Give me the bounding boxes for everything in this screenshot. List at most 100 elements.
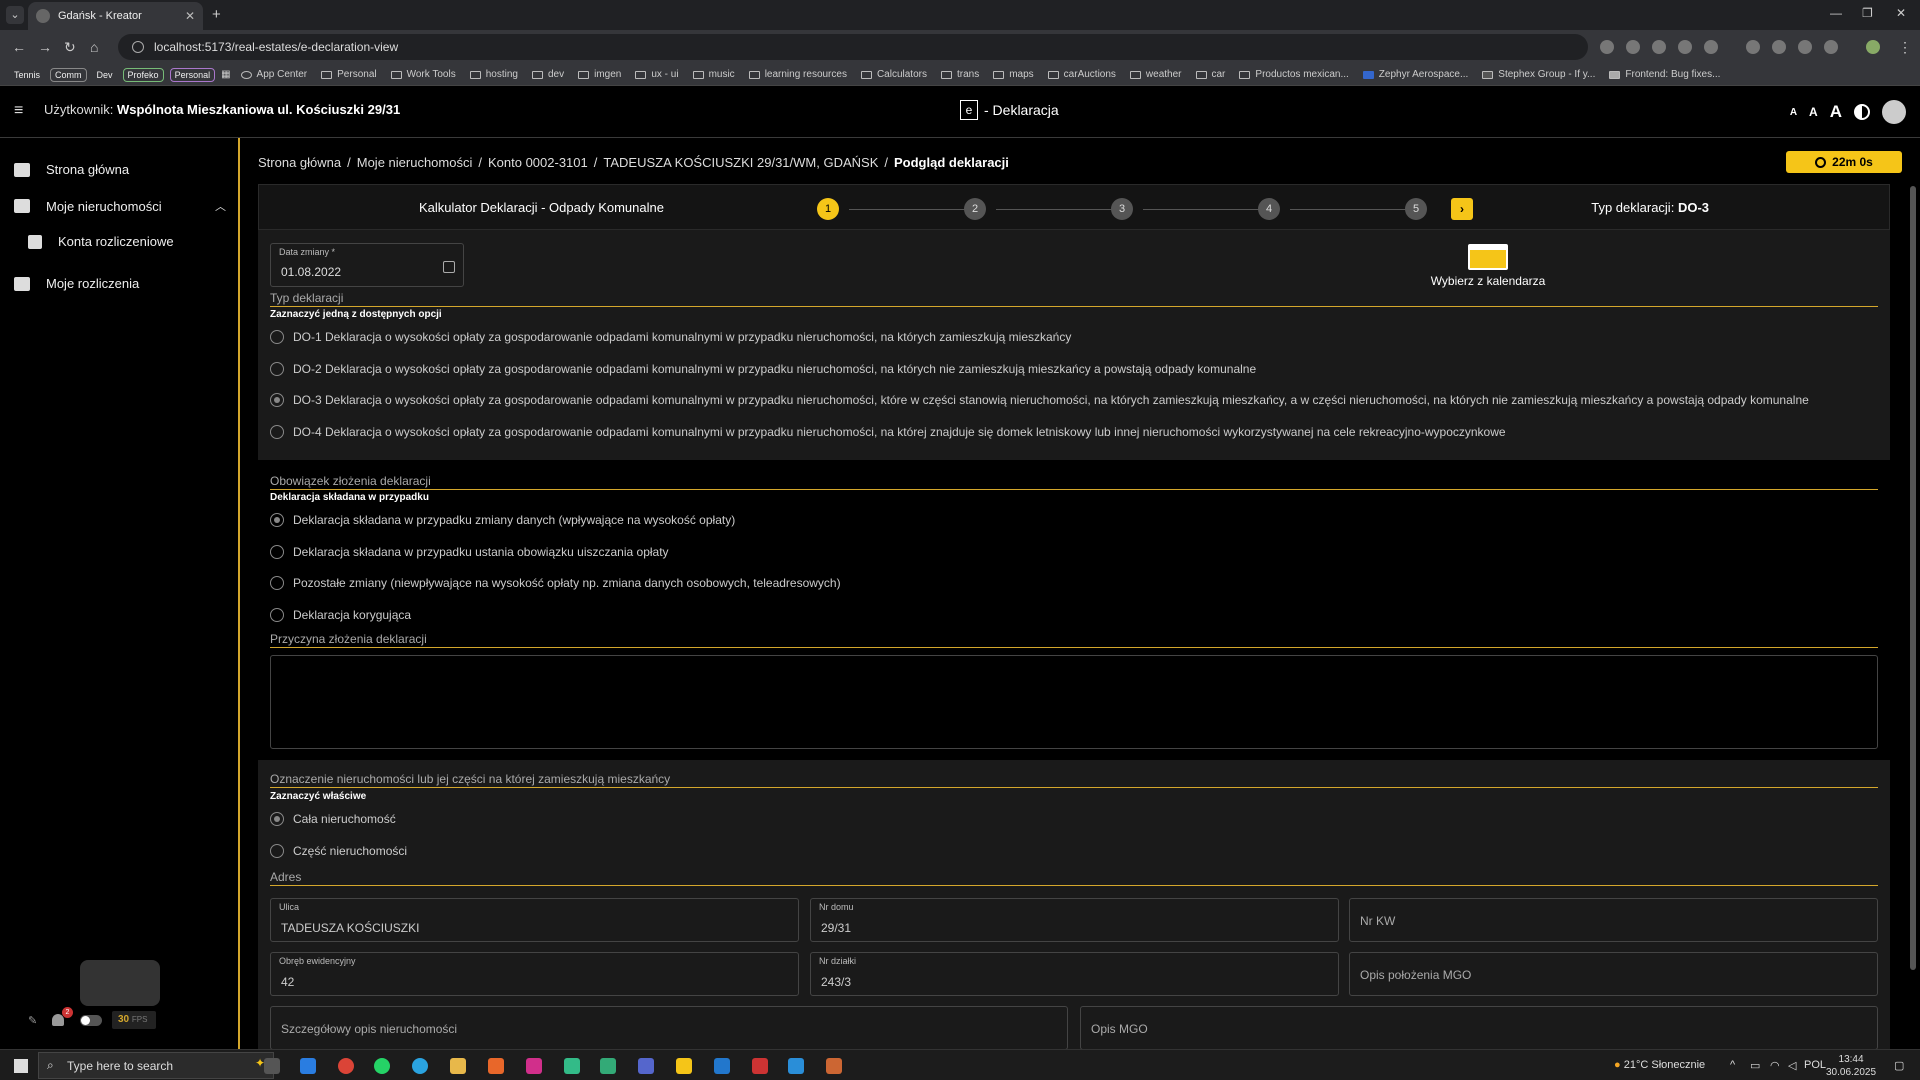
bookmark-item[interactable]: Frontend: Bug fixes... xyxy=(1609,69,1720,80)
new-tab-button[interactable]: + xyxy=(212,6,221,23)
sidebar-item-settlements[interactable]: Moje rozliczenia xyxy=(14,276,226,291)
extension-icon[interactable] xyxy=(1678,40,1692,54)
bookmark-folder[interactable]: maps xyxy=(993,69,1034,80)
reload-icon[interactable]: ↻ xyxy=(64,39,76,56)
street-field[interactable]: Ulica TADEUSZA KOŚCIUSZKI xyxy=(270,898,799,942)
reason-textarea[interactable] xyxy=(270,655,1878,749)
tray-chevron-icon[interactable]: ^ xyxy=(1730,1059,1735,1071)
devtools-icon[interactable] xyxy=(1798,40,1812,54)
radio-do4[interactable]: DO-4 Deklaracja o wysokości opłaty za go… xyxy=(270,425,1506,439)
app-icon[interactable] xyxy=(526,1058,542,1074)
taskbar-clock[interactable]: 13:44 30.06.2025 xyxy=(1826,1053,1876,1079)
network-icon[interactable]: ▭ xyxy=(1750,1059,1760,1072)
chrome-icon[interactable] xyxy=(338,1058,354,1074)
bookmark-folder[interactable]: Work Tools xyxy=(390,69,456,80)
windows-start-icon[interactable] xyxy=(14,1059,28,1073)
bookmark-folder[interactable]: Productos mexican... xyxy=(1239,69,1349,80)
radio-obligation-end[interactable]: Deklaracja składana w przypadku ustania … xyxy=(270,545,669,559)
step-4[interactable]: 4 xyxy=(1258,198,1280,220)
bookmark-pill[interactable]: Tennis xyxy=(10,69,44,81)
site-info-icon[interactable] xyxy=(132,41,144,53)
bookmark-pill[interactable]: Comm xyxy=(50,67,87,82)
bookmark-folder[interactable]: music xyxy=(692,69,735,80)
app-icon[interactable] xyxy=(788,1058,804,1074)
radio-other-changes[interactable]: Pozostałe zmiany (niewpływające na wysok… xyxy=(270,576,841,590)
font-medium-button[interactable]: A xyxy=(1809,105,1818,119)
bookmark-star-icon[interactable] xyxy=(1746,40,1760,54)
extension-icon[interactable] xyxy=(1652,40,1666,54)
app-icon[interactable] xyxy=(752,1058,768,1074)
sidebar-item-accounts[interactable]: Konta rozliczeniowe xyxy=(28,234,240,249)
address-bar[interactable]: localhost:5173/real-estates/e-declaratio… xyxy=(118,34,1588,60)
menu-toggle-icon[interactable]: ≡ xyxy=(14,102,23,120)
bookmark-folder[interactable]: imgen xyxy=(578,69,621,80)
vscode-icon[interactable] xyxy=(300,1058,316,1074)
tab-close-icon[interactable]: ✕ xyxy=(185,9,195,23)
sticky-notes-icon[interactable] xyxy=(676,1058,692,1074)
task-view-icon[interactable] xyxy=(264,1058,280,1074)
mgo-description-field[interactable]: Opis MGO xyxy=(1080,1006,1878,1050)
breadcrumb-link[interactable]: Strona główna xyxy=(258,155,341,170)
edit-icon[interactable]: ✎ xyxy=(28,1014,37,1027)
sidebar-item-properties[interactable]: Moje nieruchomości ︿ xyxy=(14,198,226,214)
download-icon[interactable] xyxy=(1824,40,1838,54)
browser-tab[interactable]: Gdańsk - Kreator ✕ xyxy=(28,2,203,30)
bookmark-folder[interactable]: ux - ui xyxy=(635,69,679,80)
bookmark-pill[interactable]: Profeko xyxy=(122,67,164,82)
avatar[interactable] xyxy=(1882,100,1906,124)
mgo-location-field[interactable]: Opis położenia MGO xyxy=(1349,952,1878,996)
bookmark-item[interactable]: Zephyr Aerospace... xyxy=(1362,69,1468,80)
font-small-button[interactable]: A xyxy=(1790,107,1797,118)
app-icon[interactable] xyxy=(564,1058,580,1074)
whatsapp-icon[interactable] xyxy=(374,1058,390,1074)
kw-number-field[interactable]: Nr KW xyxy=(1349,898,1878,942)
bookmark-folder[interactable]: Calculators xyxy=(860,69,927,80)
step-5[interactable]: 5 xyxy=(1405,198,1427,220)
language-indicator[interactable]: POL xyxy=(1804,1059,1826,1071)
chevron-up-icon[interactable]: ︿ xyxy=(215,198,226,214)
precinct-field[interactable]: Obręb ewidencyjny 42 xyxy=(270,952,799,996)
bookmark-folder[interactable]: hosting xyxy=(469,69,518,80)
radio-do3[interactable]: DO-3 Deklaracja o wysokości opłaty za go… xyxy=(270,393,1809,407)
bookmark-folder[interactable]: car xyxy=(1195,69,1225,80)
profile-avatar[interactable] xyxy=(1866,40,1880,54)
breadcrumb-link[interactable]: Konto 0002-3101 xyxy=(488,155,588,170)
step-1[interactable]: 1 xyxy=(817,198,839,220)
weather-widget[interactable]: ● 21°C Słonecznie xyxy=(1614,1059,1705,1071)
bookmark-pill[interactable]: Dev xyxy=(93,69,117,81)
bookmark-folder[interactable]: Personal xyxy=(321,69,377,80)
app-icon[interactable] xyxy=(826,1058,842,1074)
plot-number-field[interactable]: Nr działki 243/3 xyxy=(810,952,1339,996)
app-icon[interactable] xyxy=(638,1058,654,1074)
volume-icon[interactable]: ◁ xyxy=(1788,1059,1796,1072)
property-detail-field[interactable]: Szczegółowy opis nieruchomości xyxy=(270,1006,1068,1050)
extension-icon[interactable] xyxy=(1704,40,1718,54)
extension-icon[interactable] xyxy=(1626,40,1640,54)
step-3[interactable]: 3 xyxy=(1111,198,1133,220)
extension-icon[interactable] xyxy=(1600,40,1614,54)
breadcrumb-link[interactable]: TADEUSZA KOŚCIUSZKI 29/31/WM, GDAŃSK xyxy=(603,155,878,170)
radio-whole-property[interactable]: Cała nieruchomość xyxy=(270,812,396,826)
forward-icon[interactable]: → xyxy=(38,39,52,55)
bookmark-item[interactable]: App Center xyxy=(240,69,307,80)
radio-do1[interactable]: DO-1 Deklaracja o wysokości opłaty za go… xyxy=(270,330,1071,344)
home-icon[interactable]: ⌂ xyxy=(90,39,98,55)
radio-correction[interactable]: Deklaracja korygująca xyxy=(270,608,411,622)
close-window-icon[interactable]: ✕ xyxy=(1896,6,1906,20)
browser-menu-icon[interactable]: ⋮ xyxy=(1898,39,1912,56)
next-step-button[interactable]: › xyxy=(1451,198,1473,220)
tab-search-button[interactable]: ⌄ xyxy=(6,6,24,24)
bookmark-folder[interactable]: carAuctions xyxy=(1047,69,1116,80)
font-large-button[interactable]: A xyxy=(1830,102,1842,122)
app-icon[interactable] xyxy=(600,1058,616,1074)
translate-icon[interactable] xyxy=(1772,40,1786,54)
bookmark-folder[interactable]: trans xyxy=(940,69,979,80)
radio-part-property[interactable]: Część nieruchomości xyxy=(270,844,407,858)
calendar-picker-button[interactable]: Wybierz z kalendarza xyxy=(1418,244,1558,288)
bookmark-folder[interactable]: dev xyxy=(531,69,564,80)
maximize-icon[interactable]: ❐ xyxy=(1862,6,1873,20)
step-2[interactable]: 2 xyxy=(964,198,986,220)
change-date-field[interactable]: Data zmiany * 01.08.2022 xyxy=(270,243,464,287)
notification-center-icon[interactable]: ▢ xyxy=(1894,1059,1904,1072)
file-explorer-icon[interactable] xyxy=(450,1058,466,1074)
